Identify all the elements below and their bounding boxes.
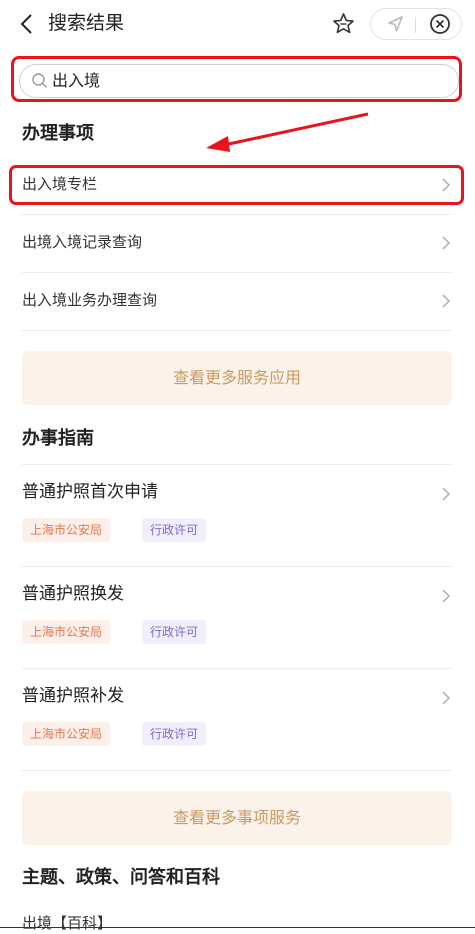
- divider: [22, 330, 452, 331]
- org-tag: 上海市公安局: [22, 722, 111, 746]
- nav-header: 搜索结果: [0, 0, 475, 52]
- more-matters-button[interactable]: 查看更多事项服务: [22, 791, 452, 845]
- search-query-text: 出入境: [52, 71, 101, 90]
- guide-item[interactable]: 普通护照换发 上海市公安局 行政许可: [22, 568, 452, 668]
- section-title-affairs: 办理事项: [22, 123, 94, 144]
- guide-item-title: 普通护照换发: [22, 584, 124, 604]
- org-tag: 上海市公安局: [22, 620, 111, 644]
- guide-item[interactable]: 普通护照补发 上海市公安局 行政许可: [22, 670, 452, 770]
- chevron-right-icon: [442, 178, 450, 192]
- chevron-right-icon: [442, 236, 450, 250]
- favorite-button[interactable]: [326, 8, 361, 40]
- guide-item-title: 普通护照补发: [22, 686, 124, 706]
- divider: [22, 464, 452, 465]
- list-item-affair[interactable]: 出入境业务办理查询: [22, 272, 452, 330]
- type-tag: 行政许可: [142, 620, 207, 644]
- org-tag: 上海市公安局: [22, 518, 111, 542]
- list-item-label: 出入境专栏: [22, 175, 98, 193]
- search-icon: [32, 73, 47, 88]
- topic-item-partial[interactable]: 出境【百科】: [22, 912, 112, 934]
- divider: [22, 668, 452, 669]
- back-arrow-icon[interactable]: [14, 10, 42, 38]
- section-title-topics: 主题、政策、问答和百科: [22, 867, 220, 888]
- list-item-affair[interactable]: 出入境专栏: [22, 156, 452, 214]
- close-circle-icon[interactable]: [428, 12, 452, 36]
- guide-item-title: 普通护照首次申请: [22, 482, 158, 502]
- capsule-divider: [415, 17, 416, 33]
- chevron-right-icon: [442, 294, 450, 308]
- type-tag: 行政许可: [142, 722, 207, 746]
- divider: [22, 770, 452, 771]
- annotation-arrow-icon: [206, 112, 369, 152]
- list-item-label: 出境入境记录查询: [22, 233, 143, 251]
- guide-item[interactable]: 普通护照首次申请 上海市公安局 行政许可: [22, 466, 452, 566]
- chevron-right-icon: [442, 691, 450, 705]
- divider: [22, 566, 452, 567]
- list-item-affair[interactable]: 出境入境记录查询: [22, 214, 452, 272]
- more-services-button[interactable]: 查看更多服务应用: [22, 351, 452, 405]
- type-tag: 行政许可: [142, 518, 207, 542]
- location-arrow-icon[interactable]: [383, 13, 407, 35]
- section-title-guides: 办事指南: [22, 428, 94, 449]
- list-item-label: 出入境业务办理查询: [22, 291, 158, 309]
- star-icon: [333, 13, 354, 34]
- page-title: 搜索结果: [48, 12, 125, 34]
- chevron-right-icon: [442, 487, 450, 501]
- chevron-right-icon: [442, 589, 450, 603]
